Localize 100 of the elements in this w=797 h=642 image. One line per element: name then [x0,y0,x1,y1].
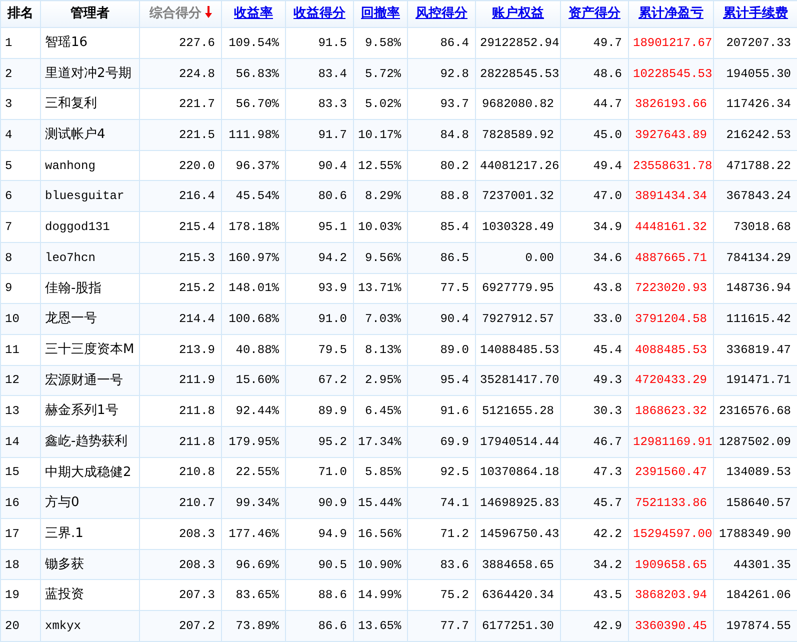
manager-cell: 宏源财通一号 [40,365,140,396]
table-cell: 4088485.53 [628,334,714,366]
manager-cell: leo7hcn [40,242,140,273]
table-cell: 88.8 [408,180,476,212]
rank-cell: 11 [0,334,40,366]
column-header: 管理者 [40,0,140,28]
table-cell: 77.7 [408,610,476,642]
table-cell: 5.72% [354,58,408,89]
table-cell: 194055.30 [714,58,797,89]
table-cell: 73.89% [222,610,286,642]
table-cell: 4887665.71 [628,242,714,273]
table-cell: 15.60% [222,365,286,396]
table-cell: 7237001.32 [476,180,560,212]
table-cell: 1868623.32 [628,396,714,426]
table-cell: 3791204.58 [628,304,714,334]
table-cell: 10.17% [354,120,408,150]
table-cell: 1287502.09 [714,426,797,458]
table-cell: 216242.53 [714,120,797,150]
table-cell: 216.4 [140,180,222,212]
table-cell: 28228545.53 [476,58,560,89]
table-cell: 86.4 [408,28,476,58]
rank-cell: 8 [0,242,40,273]
table-cell: 35281417.70 [476,365,560,396]
table-cell: 10.03% [354,212,408,242]
table-cell: 48.6 [560,58,628,89]
table-cell: 14596750.43 [476,518,560,550]
table-cell: 178.18% [222,212,286,242]
table-cell: 83.6 [408,549,476,580]
manager-cell: 三界.1 [40,518,140,550]
table-cell: 95.4 [408,365,476,396]
table-cell: 7927912.57 [476,304,560,334]
manager-cell: bluesguitar [40,180,140,212]
sort-arrow-icon [204,6,212,18]
table-cell: 91.6 [408,396,476,426]
table-cell: 71.2 [408,518,476,550]
table-cell: 221.5 [140,120,222,150]
rank-cell: 20 [0,610,40,642]
table-cell: 8.13% [354,334,408,366]
table-cell: 211.8 [140,426,222,458]
table-cell: 5121655.28 [476,396,560,426]
table-cell: 33.0 [560,304,628,334]
manager-cell: 锄多获 [40,549,140,580]
table-cell: 215.3 [140,242,222,273]
rank-cell: 12 [0,365,40,396]
table-cell: 1030328.49 [476,212,560,242]
table-cell: 1909658.65 [628,549,714,580]
table-cell: 3884658.65 [476,549,560,580]
table-cell: 56.83% [222,58,286,89]
rank-cell: 4 [0,120,40,150]
table-cell: 46.7 [560,426,628,458]
rank-cell: 17 [0,518,40,550]
rank-cell: 16 [0,488,40,518]
table-cell: 211.9 [140,365,222,396]
table-cell: 42.2 [560,518,628,550]
table-cell: 18901217.67 [628,28,714,58]
table-cell: 3891434.34 [628,180,714,212]
table-cell: 29122852.94 [476,28,560,58]
column-header: 排名 [0,0,40,28]
table-cell: 15.44% [354,488,408,518]
table-cell: 12981169.91 [628,426,714,458]
table-cell: 96.69% [222,549,286,580]
table-cell: 17.34% [354,426,408,458]
manager-cell: 赫金系列1号 [40,396,140,426]
rank-cell: 7 [0,212,40,242]
table-cell: 85.4 [408,212,476,242]
table-cell: 3360390.45 [628,610,714,642]
table-cell: 91.7 [286,120,354,150]
table-cell: 67.2 [286,365,354,396]
table-cell: 90.4 [408,304,476,334]
table-cell: 92.8 [408,58,476,89]
table-cell: 74.1 [408,488,476,518]
table-cell: 9.56% [354,242,408,273]
table-cell: 208.3 [140,518,222,550]
table-cell: 158640.57 [714,488,797,518]
table-cell: 6.45% [354,396,408,426]
manager-cell: 鑫屹-趋势获利 [40,426,140,458]
table-cell: 227.6 [140,28,222,58]
rank-cell: 6 [0,180,40,212]
table-cell: 207.2 [140,610,222,642]
table-cell: 30.3 [560,396,628,426]
table-cell: 45.54% [222,180,286,212]
table-cell: 89.0 [408,334,476,366]
table-cell: 34.9 [560,212,628,242]
manager-cell: 三十三度资本M [40,334,140,366]
table-cell: 34.2 [560,549,628,580]
table-cell: 16.56% [354,518,408,550]
table-cell: 34.6 [560,242,628,273]
table-cell: 210.7 [140,488,222,518]
manager-cell: 测试帐户4 [40,120,140,150]
table-cell: 92.44% [222,396,286,426]
table-cell: 86.5 [408,242,476,273]
table-cell: 4720433.29 [628,365,714,396]
table-cell: 45.7 [560,488,628,518]
table-cell: 7521133.86 [628,488,714,518]
manager-cell: 方与0 [40,488,140,518]
table-cell: 3927643.89 [628,120,714,150]
table-cell: 79.5 [286,334,354,366]
table-cell: 83.4 [286,58,354,89]
table-cell: 14698925.83 [476,488,560,518]
table-cell: 90.9 [286,488,354,518]
